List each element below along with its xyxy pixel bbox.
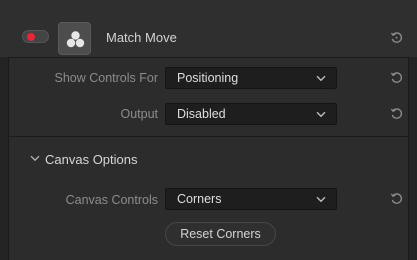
output-label: Output <box>120 107 158 121</box>
show-controls-for-label: Show Controls For <box>54 71 158 85</box>
show-controls-for-value: Positioning <box>177 71 239 85</box>
effect-enable-toggle[interactable] <box>22 30 49 43</box>
fx-icon <box>66 31 85 48</box>
output-dropdown[interactable]: Disabled <box>165 103 337 125</box>
canvas-options-section-header[interactable]: Canvas Options <box>45 152 138 167</box>
show-controls-for-dropdown[interactable]: Positioning <box>165 67 337 89</box>
effect-reset-icon[interactable] <box>390 31 404 45</box>
fx-icon-button[interactable] <box>58 22 91 55</box>
canvas-controls-label: Canvas Controls <box>65 193 158 207</box>
canvas-controls-dropdown[interactable]: Corners <box>165 188 337 210</box>
output-value: Disabled <box>177 107 226 121</box>
canvas-controls-value: Corners <box>177 192 222 206</box>
reset-corners-button[interactable]: Reset Corners <box>165 222 276 246</box>
effect-title: Match Move <box>106 30 177 45</box>
chevron-down-icon <box>316 75 326 82</box>
canvas-controls-reset-icon[interactable] <box>390 192 404 206</box>
chevron-down-icon <box>316 111 326 118</box>
effect-header: Match Move <box>0 0 417 57</box>
output-reset-icon[interactable] <box>390 107 404 121</box>
chevron-down-icon[interactable] <box>30 155 40 162</box>
chevron-down-icon <box>316 196 326 203</box>
toggle-knob-indicator <box>27 33 35 41</box>
inspector-root: Match Move Show Controls For Positioning… <box>0 0 417 260</box>
show-controls-for-reset-icon[interactable] <box>390 71 404 85</box>
section-divider <box>8 136 409 137</box>
